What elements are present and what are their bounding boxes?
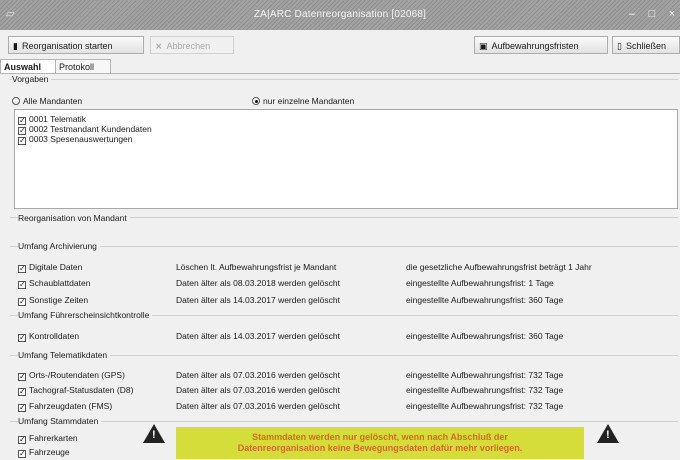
title-bar: ▱ ZA|ARC Datenreorganisation [02068] – □… xyxy=(0,0,680,30)
checkbox-label: Sonstige Zeiten xyxy=(29,295,89,305)
notice-line-1: Stammdaten werden nur gelöscht, wenn nac… xyxy=(252,432,508,442)
info-text: eingestellte Aufbewahrungsfrist: 732 Tag… xyxy=(406,401,564,411)
checkbox-label: Digitale Daten xyxy=(29,262,83,272)
checkbox-label: Fahrzeuge xyxy=(29,447,70,457)
start-label: Reorganisation starten xyxy=(21,41,113,51)
checkbox-checked-icon: ✓ xyxy=(18,403,26,412)
checkbox-gps[interactable]: ✓ Orts-/Routendaten (GPS) xyxy=(18,370,125,381)
action-text: Daten älter als 14.03.2017 werden gelösc… xyxy=(176,295,340,305)
window-title: ZA|ARC Datenreorganisation [02068] xyxy=(253,9,427,20)
radio-single-mandanten[interactable]: nur einzelne Mandanten xyxy=(252,96,354,106)
tab-auswahl[interactable]: Auswahl xyxy=(0,59,56,74)
toolbar: ▮ Reorganisation starten ⨯ Abbrechen ▣ Aufb… xyxy=(0,33,680,57)
action-text: Daten älter als 07.03.2016 werden gelösc… xyxy=(176,385,340,395)
list-item-label: 0001 Telematik xyxy=(29,114,87,124)
checkbox-checked-icon: ✓ xyxy=(18,372,26,381)
checkbox-label: Orts-/Routendaten (GPS) xyxy=(29,370,125,380)
warning-icon: ! xyxy=(597,424,619,443)
archive-box-icon: ▣ xyxy=(479,41,488,51)
checkbox-label: Kontrolldaten xyxy=(29,331,80,341)
group-divider xyxy=(10,421,678,422)
cancel-button[interactable]: ⨯ Abbrechen xyxy=(150,36,234,54)
cancel-icon: ⨯ xyxy=(155,41,163,51)
mandanten-list[interactable]: ✓ 0001 Telematik ✓ 0002 Testmandant Kunden… xyxy=(14,109,678,209)
checkbox-tachograf[interactable]: ✓ Tachograf-Statusdaten (D8) xyxy=(18,385,133,396)
checkbox-schaublattdaten[interactable]: ✓ Schaublattdaten xyxy=(18,278,90,289)
info-text: eingestellte Aufbewahrungsfrist: 360 Tag… xyxy=(406,295,564,305)
info-text: eingestellte Aufbewahrungsfrist: 360 Tag… xyxy=(406,331,564,341)
tab-protokoll[interactable]: Protokoll xyxy=(55,59,111,74)
radio-selected-icon xyxy=(252,97,260,105)
group-title-telematik: Umfang Telematikdaten xyxy=(18,350,111,360)
checkbox-label: Fahrzeugdaten (FMS) xyxy=(29,401,113,411)
checkbox-checked-icon: ✓ xyxy=(18,264,26,273)
list-item-label: 0002 Testmandant Kundendaten xyxy=(29,124,152,134)
radio-all-label: Alle Mandanten xyxy=(23,96,83,106)
radio-single-label: nur einzelne Mandanten xyxy=(263,96,355,106)
group-title-reorganisation: Reorganisation von Mandant xyxy=(18,213,130,223)
checkbox-fms[interactable]: ✓ Fahrzeugdaten (FMS) xyxy=(18,401,112,412)
close-window-button[interactable]: × xyxy=(662,5,680,23)
info-text: eingestellte Aufbewahrungsfrist: 732 Tag… xyxy=(406,385,564,395)
checkbox-fahrzeuge[interactable]: ✓ Fahrzeuge xyxy=(18,447,70,458)
checkbox-label: Schaublattdaten xyxy=(29,278,91,288)
checkbox-digitale-daten[interactable]: ✓ Digitale Daten xyxy=(18,262,82,273)
group-divider xyxy=(10,355,678,356)
radio-all-mandanten[interactable]: Alle Mandanten xyxy=(12,96,82,106)
group-divider xyxy=(10,246,678,247)
checkbox-checked-icon: ✓ xyxy=(18,449,26,458)
radio-icon xyxy=(12,97,20,105)
notice-line-2: Datenreorganisation keine Bewegungsdaten… xyxy=(237,443,523,453)
group-title-stammdaten: Umfang Stammdaten xyxy=(18,416,102,426)
checkbox-checked-icon: ✓ xyxy=(18,297,26,306)
retention-label: Aufbewahrungsfristen xyxy=(491,41,579,51)
maximize-button[interactable]: □ xyxy=(642,5,662,23)
selection-panel: Vorgaben Alle Mandanten nur einzelne Man… xyxy=(0,73,680,460)
list-item[interactable]: ✓ 0003 Spesenauswertungen xyxy=(18,134,133,145)
info-text: eingestellte Aufbewahrungsfrist: 732 Tag… xyxy=(406,370,564,380)
close-button[interactable]: ▯ Schließen xyxy=(612,36,680,54)
checkbox-checked-icon: ✓ xyxy=(18,333,26,342)
eraser-icon: ▮ xyxy=(13,41,18,51)
checkbox-checked-icon: ✓ xyxy=(18,387,26,396)
action-text: Daten älter als 07.03.2016 werden gelösc… xyxy=(176,370,340,380)
minimize-button[interactable]: – xyxy=(622,5,642,23)
group-title-archivierung: Umfang Archivierung xyxy=(18,241,100,251)
warning-icon: ! xyxy=(143,424,165,443)
action-text: Daten älter als 14.03.2017 werden gelösc… xyxy=(176,331,340,341)
group-title-fuehrerschein: Umfang Führerscheinsichtkontrolle xyxy=(18,310,153,320)
checkbox-label: Fahrerkarten xyxy=(29,433,78,443)
group-title-vorgaben: Vorgaben xyxy=(12,74,52,84)
checkbox-checked-icon: ✓ xyxy=(18,435,26,444)
action-text: Daten älter als 08.03.2018 werden gelösc… xyxy=(176,278,340,288)
stammdaten-notice: Stammdaten werden nur gelöscht, wenn nac… xyxy=(176,427,584,459)
info-text: die gesetzliche Aufbewahrungsfrist beträ… xyxy=(406,262,592,272)
checkbox-checked-icon: ✓ xyxy=(18,136,26,145)
cancel-label: Abbrechen xyxy=(166,41,211,51)
checkbox-kontrolldaten[interactable]: ✓ Kontrolldaten xyxy=(18,331,79,342)
retention-periods-button[interactable]: ▣ Aufbewahrungsfristen xyxy=(474,36,608,54)
door-exit-icon: ▯ xyxy=(617,41,622,51)
info-text: eingestellte Aufbewahrungsfrist: 1 Tage xyxy=(406,278,554,288)
checkbox-sonstige-zeiten[interactable]: ✓ Sonstige Zeiten xyxy=(18,295,88,306)
checkbox-fahrerkarten[interactable]: ✓ Fahrerkarten xyxy=(18,433,78,444)
action-text: Löschen lt. Aufbewahrungsfrist je Mandan… xyxy=(176,262,337,272)
close-label: Schließen xyxy=(625,41,666,51)
checkbox-checked-icon: ✓ xyxy=(18,280,26,289)
checkbox-label: Tachograf-Statusdaten (D8) xyxy=(29,385,134,395)
list-item-label: 0003 Spesenauswertungen xyxy=(29,134,133,144)
action-text: Daten älter als 07.03.2016 werden gelösc… xyxy=(176,401,340,411)
start-reorganisation-button[interactable]: ▮ Reorganisation starten xyxy=(8,36,144,54)
group-divider xyxy=(10,79,678,80)
